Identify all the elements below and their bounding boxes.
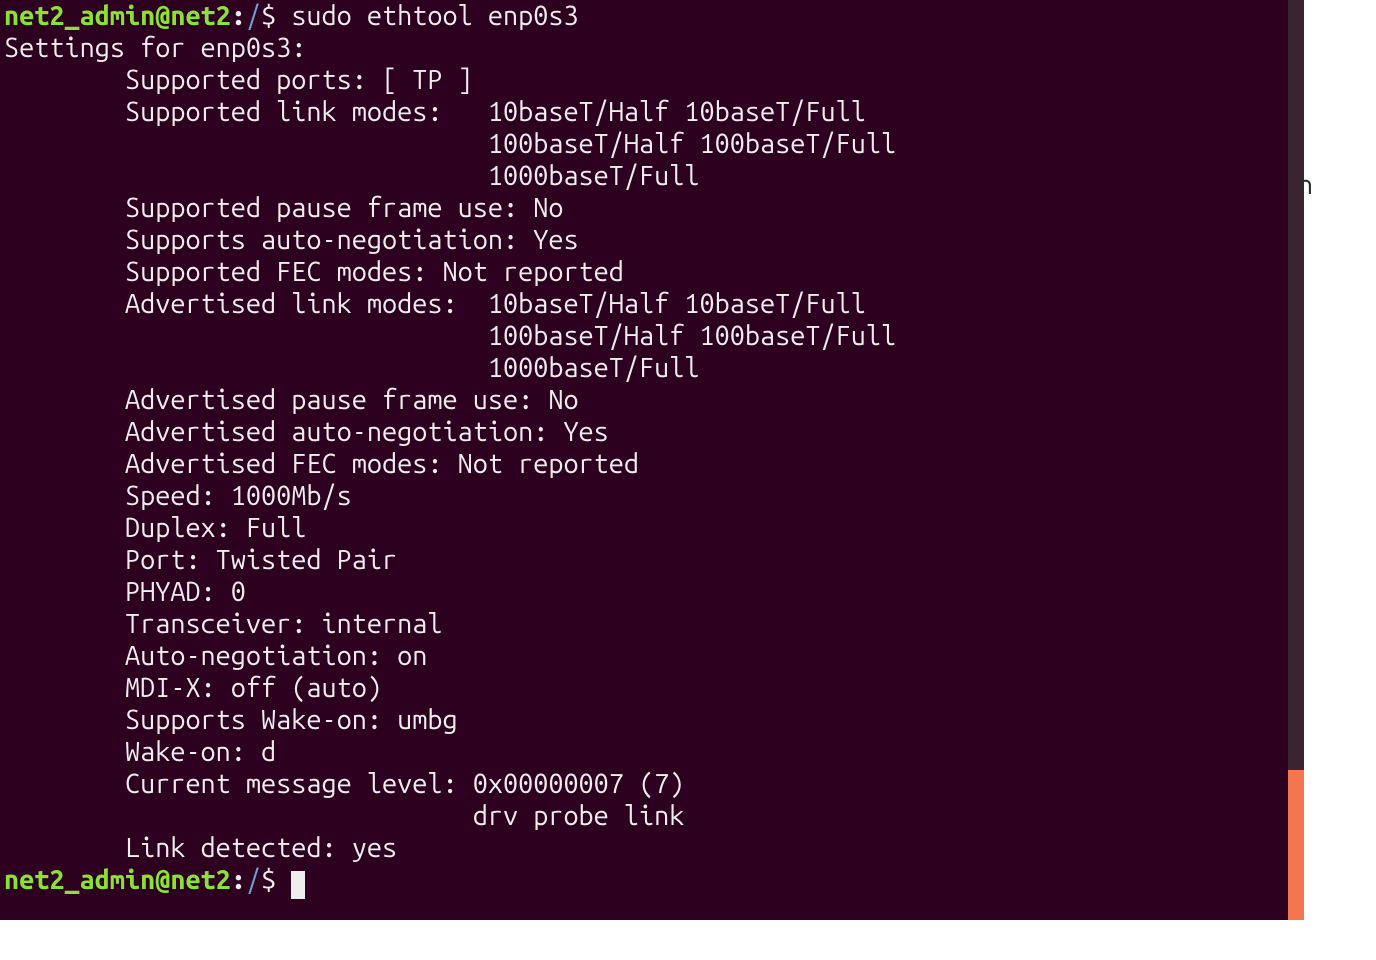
- prompt-sep: :: [231, 865, 246, 895]
- prompt-user-host: net2_admin@net2: [4, 865, 231, 895]
- output-line: Supports auto-negotiation: Yes: [4, 225, 579, 255]
- prompt-path: /: [246, 865, 261, 895]
- output-line: 100baseT/Half 100baseT/Full: [4, 321, 896, 351]
- prompt-user-host: net2_admin@net2: [4, 1, 231, 31]
- output-line: Link detected: yes: [4, 833, 397, 863]
- output-line: Duplex: Full: [4, 513, 306, 543]
- output-line: Advertised auto-negotiation: Yes: [4, 417, 609, 447]
- output-line: Supports Wake-on: umbg: [4, 705, 458, 735]
- output-line: PHYAD: 0: [4, 577, 246, 607]
- stray-character: n: [1298, 170, 1313, 200]
- output-line: 1000baseT/Full: [4, 161, 700, 191]
- terminal-window[interactable]: net2_admin@net2:/$ sudo ethtool enp0s3 S…: [0, 0, 1304, 920]
- output-line: Advertised FEC modes: Not reported: [4, 449, 639, 479]
- output-line: Auto-negotiation: on: [4, 641, 427, 671]
- output-line: Advertised pause frame use: No: [4, 385, 579, 415]
- output-line: Current message level: 0x00000007 (7): [4, 769, 684, 799]
- prompt-dollar: $: [261, 865, 291, 895]
- output-line: Supported link modes: 10baseT/Half 10bas…: [4, 97, 866, 127]
- terminal-output[interactable]: net2_admin@net2:/$ sudo ethtool enp0s3 S…: [0, 0, 1304, 896]
- command-text: sudo ethtool enp0s3: [291, 1, 578, 31]
- output-line: Supported ports: [ TP ]: [4, 65, 473, 95]
- output-line: drv probe link: [4, 801, 684, 831]
- cursor-icon: [291, 871, 305, 899]
- output-line: Wake-on: d: [4, 737, 276, 767]
- prompt-sep: :: [231, 1, 246, 31]
- output-line: MDI-X: off (auto): [4, 673, 382, 703]
- scrollbar-track[interactable]: [1288, 0, 1304, 920]
- output-line: Supported FEC modes: Not reported: [4, 257, 624, 287]
- output-line: 100baseT/Half 100baseT/Full: [4, 129, 896, 159]
- output-line: Transceiver: internal: [4, 609, 442, 639]
- output-line: Advertised link modes: 10baseT/Half 10ba…: [4, 289, 866, 319]
- output-line: Supported pause frame use: No: [4, 193, 563, 223]
- prompt-path: /: [246, 1, 261, 31]
- output-line: Port: Twisted Pair: [4, 545, 397, 575]
- prompt-dollar: $: [261, 1, 291, 31]
- page-background: [1304, 0, 1376, 920]
- output-line: Settings for enp0s3:: [4, 33, 306, 63]
- scrollbar-thumb[interactable]: [1288, 770, 1304, 920]
- output-line: Speed: 1000Mb/s: [4, 481, 352, 511]
- output-line: 1000baseT/Full: [4, 353, 700, 383]
